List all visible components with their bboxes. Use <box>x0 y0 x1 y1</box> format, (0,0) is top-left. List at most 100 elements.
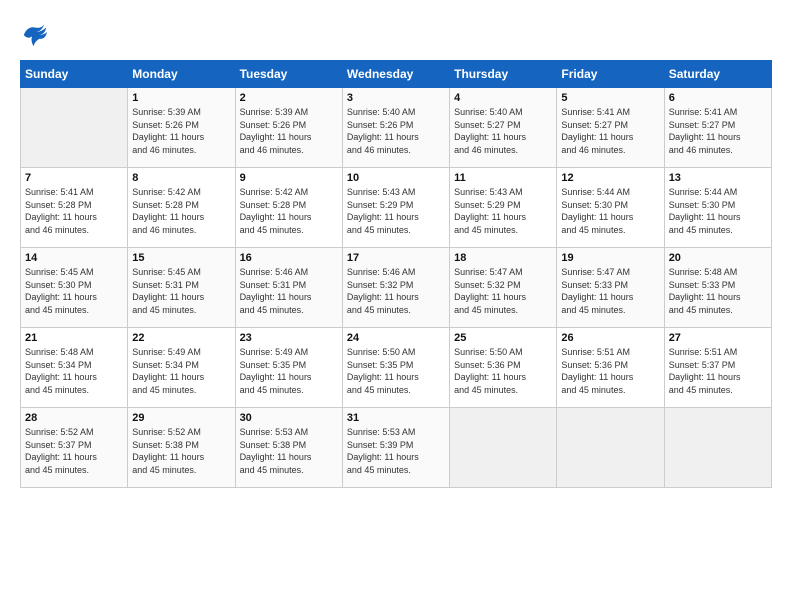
day-info: Sunrise: 5:43 AM Sunset: 5:29 PM Dayligh… <box>347 186 445 236</box>
day-info: Sunrise: 5:48 AM Sunset: 5:33 PM Dayligh… <box>669 266 767 316</box>
day-info: Sunrise: 5:40 AM Sunset: 5:26 PM Dayligh… <box>347 106 445 156</box>
calendar-cell: 15 Sunrise: 5:45 AM Sunset: 5:31 PM Dayli… <box>128 248 235 328</box>
day-info: Sunrise: 5:51 AM Sunset: 5:36 PM Dayligh… <box>561 346 659 396</box>
day-info: Sunrise: 5:40 AM Sunset: 5:27 PM Dayligh… <box>454 106 552 156</box>
calendar-cell: 11 Sunrise: 5:43 AM Sunset: 5:29 PM Dayli… <box>450 168 557 248</box>
day-info: Sunrise: 5:50 AM Sunset: 5:35 PM Dayligh… <box>347 346 445 396</box>
day-number: 3 <box>347 92 445 104</box>
day-number: 8 <box>132 172 230 184</box>
day-number: 28 <box>25 412 123 424</box>
day-info: Sunrise: 5:44 AM Sunset: 5:30 PM Dayligh… <box>561 186 659 236</box>
calendar-week-row: 28 Sunrise: 5:52 AM Sunset: 5:37 PM Dayli… <box>21 408 772 488</box>
day-info: Sunrise: 5:52 AM Sunset: 5:37 PM Dayligh… <box>25 426 123 476</box>
calendar-body: 1 Sunrise: 5:39 AM Sunset: 5:26 PM Daylig… <box>21 88 772 488</box>
calendar-cell: 24 Sunrise: 5:50 AM Sunset: 5:35 PM Dayli… <box>342 328 449 408</box>
calendar-cell: 21 Sunrise: 5:48 AM Sunset: 5:34 PM Dayli… <box>21 328 128 408</box>
day-info: Sunrise: 5:41 AM Sunset: 5:28 PM Dayligh… <box>25 186 123 236</box>
calendar-cell: 9 Sunrise: 5:42 AM Sunset: 5:28 PM Daylig… <box>235 168 342 248</box>
day-number: 10 <box>347 172 445 184</box>
day-info: Sunrise: 5:52 AM Sunset: 5:38 PM Dayligh… <box>132 426 230 476</box>
calendar-cell: 8 Sunrise: 5:42 AM Sunset: 5:28 PM Daylig… <box>128 168 235 248</box>
day-number: 22 <box>132 332 230 344</box>
day-info: Sunrise: 5:45 AM Sunset: 5:30 PM Dayligh… <box>25 266 123 316</box>
calendar-header-tuesday: Tuesday <box>235 61 342 88</box>
day-number: 21 <box>25 332 123 344</box>
calendar-cell: 30Sunrise: 5:53 AM Sunset: 5:38 PM Dayli… <box>235 408 342 488</box>
day-number: 15 <box>132 252 230 264</box>
day-info: Sunrise: 5:47 AM Sunset: 5:32 PM Dayligh… <box>454 266 552 316</box>
day-info: Sunrise: 5:41 AM Sunset: 5:27 PM Dayligh… <box>669 106 767 156</box>
day-number: 26 <box>561 332 659 344</box>
day-info: Sunrise: 5:41 AM Sunset: 5:27 PM Dayligh… <box>561 106 659 156</box>
day-number: 1 <box>132 92 230 104</box>
day-number: 16 <box>240 252 338 264</box>
day-number: 29 <box>132 412 230 424</box>
calendar-cell: 12Sunrise: 5:44 AM Sunset: 5:30 PM Dayli… <box>557 168 664 248</box>
day-info: Sunrise: 5:39 AM Sunset: 5:26 PM Dayligh… <box>240 106 338 156</box>
day-number: 27 <box>669 332 767 344</box>
day-number: 18 <box>454 252 552 264</box>
day-number: 7 <box>25 172 123 184</box>
calendar-cell: 31 Sunrise: 5:53 AM Sunset: 5:39 PM Dayli… <box>342 408 449 488</box>
day-info: Sunrise: 5:47 AM Sunset: 5:33 PM Dayligh… <box>561 266 659 316</box>
calendar-header-monday: Monday <box>128 61 235 88</box>
day-number: 25 <box>454 332 552 344</box>
calendar-cell: 1 Sunrise: 5:39 AM Sunset: 5:26 PM Daylig… <box>128 88 235 168</box>
calendar-header-row: SundayMondayTuesdayWednesdayThursdayFrid… <box>21 61 772 88</box>
calendar-cell <box>450 408 557 488</box>
calendar-header-thursday: Thursday <box>450 61 557 88</box>
day-info: Sunrise: 5:48 AM Sunset: 5:34 PM Dayligh… <box>25 346 123 396</box>
day-info: Sunrise: 5:50 AM Sunset: 5:36 PM Dayligh… <box>454 346 552 396</box>
calendar-cell: 10 Sunrise: 5:43 AM Sunset: 5:29 PM Dayli… <box>342 168 449 248</box>
calendar-cell: 25 Sunrise: 5:50 AM Sunset: 5:36 PM Dayli… <box>450 328 557 408</box>
day-number: 31 <box>347 412 445 424</box>
day-info: Sunrise: 5:45 AM Sunset: 5:31 PM Dayligh… <box>132 266 230 316</box>
day-info: Sunrise: 5:53 AM Sunset: 5:39 PM Dayligh… <box>347 426 445 476</box>
calendar-cell: 29 Sunrise: 5:52 AM Sunset: 5:38 PM Dayli… <box>128 408 235 488</box>
calendar-cell <box>557 408 664 488</box>
day-number: 14 <box>25 252 123 264</box>
day-info: Sunrise: 5:49 AM Sunset: 5:34 PM Dayligh… <box>132 346 230 396</box>
day-number: 6 <box>669 92 767 104</box>
calendar-header-friday: Friday <box>557 61 664 88</box>
calendar-header-saturday: Saturday <box>664 61 771 88</box>
calendar-cell: 17Sunrise: 5:46 AM Sunset: 5:32 PM Dayli… <box>342 248 449 328</box>
calendar-cell: 16Sunrise: 5:46 AM Sunset: 5:31 PM Dayli… <box>235 248 342 328</box>
day-info: Sunrise: 5:51 AM Sunset: 5:37 PM Dayligh… <box>669 346 767 396</box>
calendar-cell: 20 Sunrise: 5:48 AM Sunset: 5:33 PM Dayli… <box>664 248 771 328</box>
day-number: 23 <box>240 332 338 344</box>
day-number: 17 <box>347 252 445 264</box>
day-number: 20 <box>669 252 767 264</box>
day-info: Sunrise: 5:42 AM Sunset: 5:28 PM Dayligh… <box>132 186 230 236</box>
calendar-cell: 23Sunrise: 5:49 AM Sunset: 5:35 PM Dayli… <box>235 328 342 408</box>
calendar-cell: 4Sunrise: 5:40 AM Sunset: 5:27 PM Daylig… <box>450 88 557 168</box>
day-info: Sunrise: 5:42 AM Sunset: 5:28 PM Dayligh… <box>240 186 338 236</box>
day-number: 24 <box>347 332 445 344</box>
logo-bird-icon <box>20 20 50 50</box>
day-info: Sunrise: 5:44 AM Sunset: 5:30 PM Dayligh… <box>669 186 767 236</box>
calendar-cell: 2 Sunrise: 5:39 AM Sunset: 5:26 PM Daylig… <box>235 88 342 168</box>
day-number: 11 <box>454 172 552 184</box>
calendar-week-row: 14 Sunrise: 5:45 AM Sunset: 5:30 PM Dayli… <box>21 248 772 328</box>
calendar-header-wednesday: Wednesday <box>342 61 449 88</box>
day-info: Sunrise: 5:53 AM Sunset: 5:38 PM Dayligh… <box>240 426 338 476</box>
calendar-cell: 19Sunrise: 5:47 AM Sunset: 5:33 PM Dayli… <box>557 248 664 328</box>
day-info: Sunrise: 5:43 AM Sunset: 5:29 PM Dayligh… <box>454 186 552 236</box>
day-info: Sunrise: 5:39 AM Sunset: 5:26 PM Dayligh… <box>132 106 230 156</box>
calendar-cell: 7 Sunrise: 5:41 AM Sunset: 5:28 PM Daylig… <box>21 168 128 248</box>
calendar-cell: 26 Sunrise: 5:51 AM Sunset: 5:36 PM Dayli… <box>557 328 664 408</box>
page-header <box>20 20 772 50</box>
calendar-cell: 27 Sunrise: 5:51 AM Sunset: 5:37 PM Dayli… <box>664 328 771 408</box>
calendar-cell: 13Sunrise: 5:44 AM Sunset: 5:30 PM Dayli… <box>664 168 771 248</box>
calendar-cell: 3 Sunrise: 5:40 AM Sunset: 5:26 PM Daylig… <box>342 88 449 168</box>
logo <box>20 20 56 50</box>
calendar-week-row: 1 Sunrise: 5:39 AM Sunset: 5:26 PM Daylig… <box>21 88 772 168</box>
calendar-cell: 28 Sunrise: 5:52 AM Sunset: 5:37 PM Dayli… <box>21 408 128 488</box>
calendar-cell: 14 Sunrise: 5:45 AM Sunset: 5:30 PM Dayli… <box>21 248 128 328</box>
calendar-week-row: 7 Sunrise: 5:41 AM Sunset: 5:28 PM Daylig… <box>21 168 772 248</box>
day-number: 2 <box>240 92 338 104</box>
calendar-header-sunday: Sunday <box>21 61 128 88</box>
calendar-cell: 6 Sunrise: 5:41 AM Sunset: 5:27 PM Daylig… <box>664 88 771 168</box>
day-number: 9 <box>240 172 338 184</box>
calendar-table: SundayMondayTuesdayWednesdayThursdayFrid… <box>20 60 772 488</box>
